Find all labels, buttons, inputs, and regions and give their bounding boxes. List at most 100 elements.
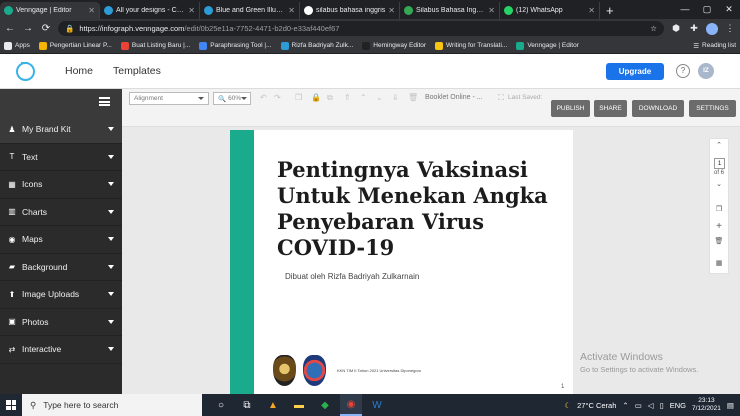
- bookmark-item[interactable]: Buat Listing Baru |...: [120, 41, 190, 50]
- nav-templates[interactable]: Templates: [113, 65, 161, 77]
- redo-icon[interactable]: ↷: [274, 93, 281, 102]
- reload-icon[interactable]: ⟳: [40, 23, 52, 34]
- publish-button[interactable]: PUBLISH: [551, 100, 590, 117]
- upgrade-button[interactable]: Upgrade: [606, 63, 664, 80]
- page-down-icon[interactable]: ⌄: [710, 180, 728, 188]
- language-indicator[interactable]: ENG: [670, 401, 686, 410]
- add-page-icon[interactable]: +: [710, 221, 728, 232]
- new-tab-button[interactable]: +: [600, 2, 620, 19]
- minimize-icon[interactable]: —: [674, 0, 696, 19]
- grid-view-icon[interactable]: ▦: [710, 259, 728, 267]
- file-explorer-icon[interactable]: ▬: [288, 394, 310, 416]
- nav-home[interactable]: Home: [65, 65, 93, 77]
- bookmark-item[interactable]: Venngage | Editor: [516, 41, 579, 50]
- download-button[interactable]: DOWNLOAD: [632, 100, 684, 117]
- battery-icon[interactable]: ▯: [660, 401, 664, 410]
- user-avatar[interactable]: IZ: [698, 63, 714, 79]
- kkn-logo[interactable]: [303, 355, 326, 386]
- backward-layer-icon[interactable]: ⌄: [376, 93, 383, 102]
- start-button[interactable]: [0, 400, 22, 410]
- hamburger-menu-icon[interactable]: [99, 97, 110, 106]
- bookmark-item[interactable]: Apps: [4, 41, 30, 50]
- network-icon[interactable]: ▭: [635, 401, 642, 410]
- copy-page-icon[interactable]: ❐: [710, 205, 728, 213]
- lock-element-icon[interactable]: 🔒: [311, 93, 321, 102]
- puzzle-icon[interactable]: ✚: [688, 23, 700, 34]
- settings-button[interactable]: SETTINGS: [689, 100, 736, 117]
- current-page-input[interactable]: 1: [714, 158, 725, 169]
- delete-element-icon[interactable]: 🗑: [408, 93, 418, 102]
- venngage-logo-icon[interactable]: [16, 61, 35, 81]
- zoom-dropdown[interactable]: 🔍 60%: [213, 92, 251, 105]
- bookmark-item[interactable]: Paraphrasing Tool |...: [199, 41, 272, 50]
- document-title[interactable]: Pentingnya Vaksinasi Untuk Menekan Angka…: [277, 157, 567, 261]
- url-input[interactable]: 🔒 https://infograph.venngage.com/edit/0b…: [58, 21, 664, 36]
- weather-text[interactable]: 27°C Cerah: [577, 401, 616, 410]
- browser-tab[interactable]: Silabus Bahasa Inggris ✕: [400, 2, 500, 19]
- browser-tab[interactable]: All your designs - Canva ✕: [100, 2, 200, 19]
- sidebar-item-background[interactable]: ▰ Background: [0, 254, 122, 281]
- store-icon[interactable]: ◆: [314, 394, 336, 416]
- tab-close-icon[interactable]: ✕: [388, 6, 395, 15]
- undo-icon[interactable]: ↶: [260, 93, 267, 102]
- tray-arrow-icon[interactable]: ⌃: [622, 401, 628, 410]
- sidebar-item-text[interactable]: T Text: [0, 144, 122, 171]
- notification-icon[interactable]: ▤: [727, 401, 734, 410]
- bring-front-icon[interactable]: ⇑: [344, 93, 351, 102]
- forward-layer-icon[interactable]: ⌃: [360, 93, 367, 102]
- reading-list[interactable]: ☰ Reading list: [693, 42, 736, 50]
- copy-icon[interactable]: ❐: [295, 93, 302, 102]
- task-view-icon[interactable]: ⧉: [236, 394, 258, 416]
- share-button[interactable]: SHARE: [594, 100, 627, 117]
- kebab-menu-icon[interactable]: ⋮: [724, 23, 736, 34]
- sidebar-item-charts[interactable]: ▥ Charts: [0, 199, 122, 226]
- sidebar-item-maps[interactable]: ◉ Maps: [0, 226, 122, 254]
- document-footer[interactable]: KKN TIM II Tahun 2021 Universitas Dipone…: [337, 368, 421, 373]
- delete-page-icon[interactable]: 🗑: [710, 237, 728, 245]
- document-subtitle[interactable]: Dibuat oleh Rizfa Badriyah Zulkarnain: [285, 272, 419, 281]
- back-icon[interactable]: ←: [4, 23, 16, 34]
- browser-tab[interactable]: silabus bahasa inggris ✕: [300, 2, 400, 19]
- profile-avatar[interactable]: [706, 22, 718, 35]
- tab-close-icon[interactable]: ✕: [588, 6, 595, 15]
- bookmark-item[interactable]: Hemingway Editor: [362, 41, 426, 50]
- tab-close-icon[interactable]: ✕: [488, 6, 495, 15]
- browser-tab[interactable]: Blue and Green Illustrated✕: [200, 2, 300, 19]
- green-accent-bar[interactable]: [230, 130, 254, 394]
- document-name[interactable]: Booklet Online - ...: [425, 94, 483, 101]
- bookmark-item[interactable]: Rizfa Badriyah Zulk...: [280, 41, 353, 50]
- vlc-icon[interactable]: ▲: [262, 394, 284, 416]
- tab-close-icon[interactable]: ✕: [188, 6, 195, 15]
- alignment-dropdown[interactable]: Alignment: [129, 92, 209, 105]
- tab-favicon-icon: [304, 6, 313, 15]
- sidebar-item-interactive[interactable]: ⇄ Interactive: [0, 336, 122, 364]
- forward-icon[interactable]: →: [22, 23, 34, 34]
- bookmark-item[interactable]: Pengertian Linear P...: [38, 41, 112, 50]
- volume-icon[interactable]: ◁: [648, 401, 654, 410]
- maximize-icon[interactable]: ▢: [696, 0, 718, 19]
- word-icon[interactable]: W: [366, 394, 388, 416]
- tab-close-icon[interactable]: ✕: [88, 6, 95, 15]
- tab-favicon-icon: [204, 6, 213, 15]
- bookmark-item[interactable]: Writing for Translati...: [435, 41, 507, 50]
- tab-close-icon[interactable]: ✕: [288, 6, 295, 15]
- duplicate-icon[interactable]: ⧉: [327, 93, 333, 103]
- sidebar-item-icons[interactable]: ▦ Icons: [0, 171, 122, 199]
- browser-tab[interactable]: Venngage | Editor ✕: [0, 2, 100, 19]
- taskbar-search[interactable]: ⚲ Type here to search: [22, 394, 202, 416]
- chrome-icon[interactable]: ◉: [340, 394, 362, 416]
- close-window-icon[interactable]: ✕: [718, 0, 740, 19]
- page-up-icon[interactable]: ⌃: [710, 141, 728, 149]
- send-back-icon[interactable]: ⇓: [392, 93, 399, 102]
- browser-tab[interactable]: (12) WhatsApp ✕: [500, 2, 600, 19]
- document-page[interactable]: Pentingnya Vaksinasi Untuk Menekan Angka…: [230, 130, 573, 394]
- sidebar-item-photos[interactable]: ▣ Photos: [0, 309, 122, 336]
- university-seal-logo[interactable]: [273, 355, 296, 386]
- sidebar-item-my-brand-kit[interactable]: ♟ My Brand Kit: [0, 116, 122, 144]
- extension-icon[interactable]: ⬢: [670, 23, 682, 34]
- clock[interactable]: 23:13 7/12/2021: [692, 397, 721, 413]
- cortana-icon[interactable]: ○: [210, 394, 232, 416]
- bookmark-star-icon[interactable]: ☆: [650, 24, 657, 33]
- help-icon[interactable]: ?: [676, 64, 690, 78]
- sidebar-item-image-uploads[interactable]: ⬆ Image Uploads: [0, 281, 122, 309]
